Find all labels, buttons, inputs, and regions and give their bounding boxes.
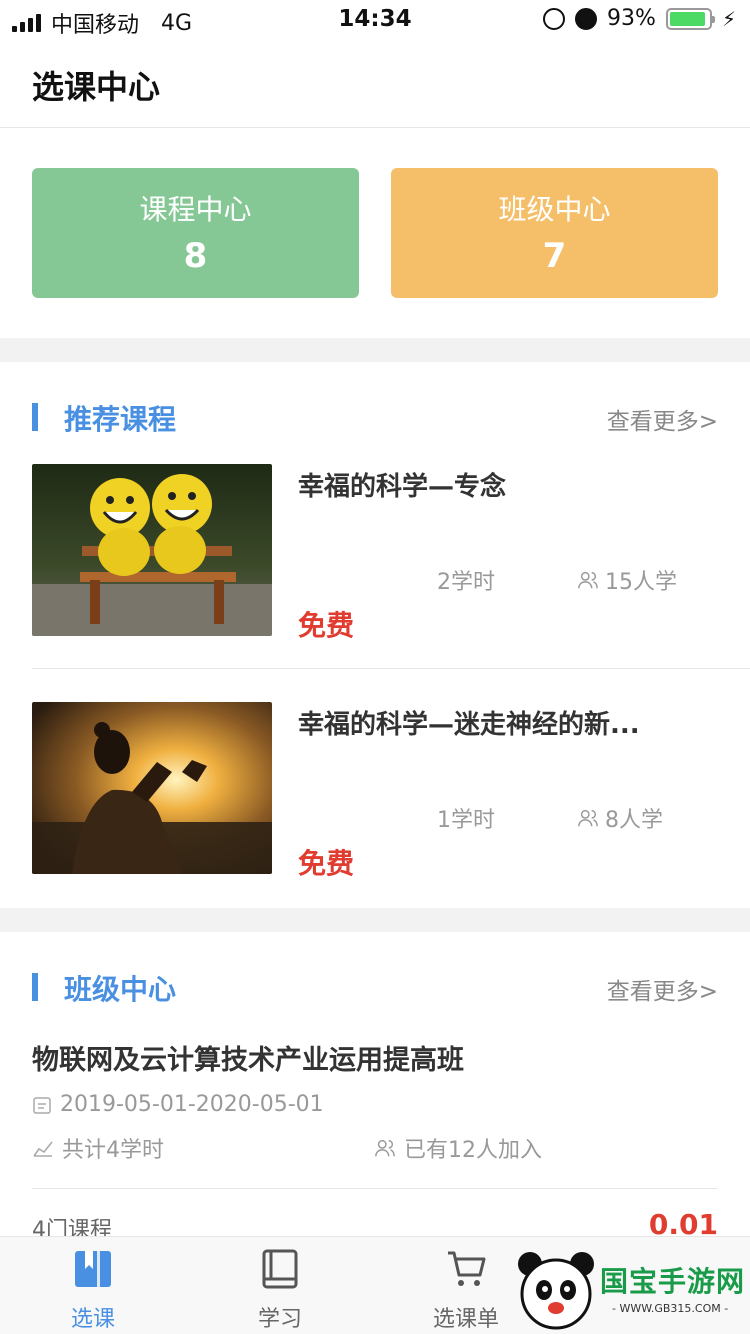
class-joined-text: 已有12人加入 <box>404 1138 542 1163</box>
class-title[interactable]: 物联网及云计算技术产业运用提高班 <box>32 1038 464 1077</box>
watermark-url: - WWW.GB315.COM - <box>612 1302 729 1315</box>
bookmark-book-icon <box>75 1251 111 1287</box>
course-thumbnail <box>32 702 272 874</box>
class-dates: 2019-05-01-2020-05-01 <box>32 1092 324 1117</box>
page-header: 选课中心 <box>0 40 750 128</box>
tab-cart[interactable]: 选课单 <box>396 1247 536 1333</box>
page-title: 选课中心 <box>32 68 161 106</box>
class-hours-text: 共计4学时 <box>62 1138 164 1163</box>
course-thumbnail <box>32 464 272 636</box>
course-item[interactable]: 幸福的科学—专念 2学时 15人学 免费 <box>32 464 750 642</box>
course-hours: 1学时 <box>437 808 495 833</box>
watermark: 国宝手游网 - WWW.GB315.COM - <box>516 1250 746 1330</box>
recommended-section: 推荐课程 查看更多> 幸福的科学—专念 2学时 15人学 免费 幸福的科学—迷走… <box>0 362 750 908</box>
users-icon <box>375 1139 395 1157</box>
users-icon <box>578 809 598 827</box>
class-center-section: 班级中心 查看更多> 物联网及云计算技术产业运用提高班 2019-05-01-2… <box>0 932 750 1243</box>
status-bar: 中国移动 4G 14:34 93% ⚡ <box>0 0 750 40</box>
tab-label: 选课 <box>70 1307 115 1332</box>
calendar-icon <box>33 1096 51 1114</box>
course-title: 幸福的科学—迷走神经的新... <box>298 710 640 740</box>
battery-percent: 93% <box>607 6 656 31</box>
battery-fill <box>669 11 706 26</box>
tab-select-course[interactable]: 选课 <box>23 1247 163 1333</box>
class-dates-text: 2019-05-01-2020-05-01 <box>60 1092 324 1117</box>
tab-study[interactable]: 学习 <box>210 1247 350 1333</box>
course-price: 免费 <box>298 847 355 880</box>
rotation-lock-icon <box>543 7 566 30</box>
watermark-text: 国宝手游网 <box>600 1265 746 1298</box>
panda-logo-icon <box>518 1252 594 1330</box>
course-center-label: 课程中心 <box>139 193 252 226</box>
class-hours: 共计4学时 <box>32 1132 164 1164</box>
recommended-more-link[interactable]: 查看更多> <box>607 402 718 436</box>
class-joined: 已有12人加入 <box>374 1132 542 1164</box>
course-center-card[interactable]: 课程中心 8 <box>32 168 359 298</box>
class-center-more-link[interactable]: 查看更多> <box>607 972 718 1006</box>
tab-label: 学习 <box>257 1307 302 1332</box>
tab-label: 选课单 <box>432 1307 499 1332</box>
course-price: 免费 <box>298 609 355 642</box>
course-students-text: 15人学 <box>605 570 677 595</box>
section-accent-bar <box>32 973 38 1001</box>
course-students: 8人学 <box>577 802 663 834</box>
divider <box>32 1188 718 1189</box>
alarm-icon <box>575 7 598 30</box>
recommended-header: 推荐课程 查看更多> <box>0 398 750 438</box>
battery-icon <box>665 7 715 30</box>
users-icon <box>578 571 598 589</box>
charging-icon: ⚡ <box>721 6 736 31</box>
chart-icon <box>33 1141 53 1157</box>
status-right: 93% ⚡ <box>543 6 736 31</box>
course-hours: 2学时 <box>437 570 495 595</box>
class-center-count: 7 <box>542 236 567 276</box>
stats-panel: 课程中心 8 班级中心 7 <box>0 128 750 338</box>
divider <box>32 668 750 669</box>
course-title: 幸福的科学—专念 <box>298 472 507 502</box>
section-accent-bar <box>32 403 38 431</box>
cart-icon <box>448 1251 486 1286</box>
course-students-text: 8人学 <box>605 808 663 833</box>
course-students: 15人学 <box>577 564 677 596</box>
class-center-header: 班级中心 查看更多> <box>0 968 750 1008</box>
course-center-count: 8 <box>183 236 208 276</box>
class-center-label: 班级中心 <box>498 193 611 226</box>
class-center-title: 班级中心 <box>64 973 177 1006</box>
course-item[interactable]: 幸福的科学—迷走神经的新... 1学时 8人学 免费 <box>32 702 750 880</box>
recommended-title: 推荐课程 <box>64 403 177 436</box>
class-center-card[interactable]: 班级中心 7 <box>391 168 718 298</box>
book-icon <box>262 1249 298 1289</box>
